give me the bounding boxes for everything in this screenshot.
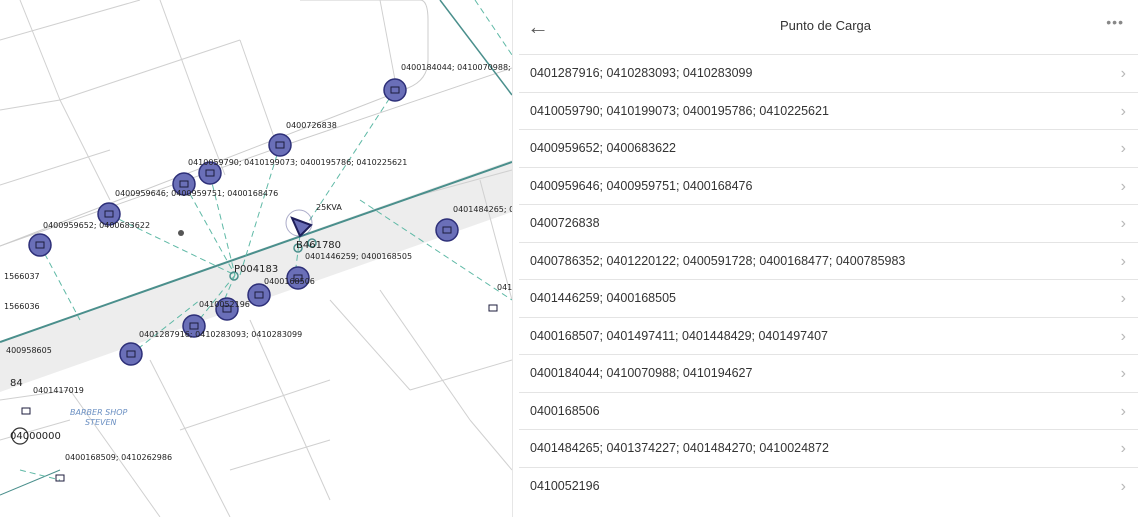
list-item[interactable]: 0400184044; 0410070988; 0410194627 › (519, 354, 1138, 392)
map-label: P004183 (234, 264, 278, 275)
result-list: 0401287916; 0410283093; 0410283099 › 0410… (519, 54, 1138, 504)
transformer-icon[interactable] (285, 209, 313, 238)
chevron-right-icon: › (1120, 65, 1126, 82)
list-item-label: 0400726838 (530, 216, 600, 230)
list-item-label: 0410059790; 0410199073; 0400195786; 0410… (530, 103, 829, 118)
chevron-right-icon: › (1120, 177, 1126, 195)
chevron-right-icon: › (1120, 252, 1126, 270)
chevron-right-icon: › (1120, 102, 1126, 120)
panel-title: Punto de Carga (779, 18, 872, 33)
map-label: 1566037 (4, 272, 40, 281)
chevron-right-icon: › (1120, 440, 1126, 457)
service-point-marker (268, 133, 292, 157)
map-label: 25KVA (316, 203, 342, 212)
map-label: 0400168509; 0410262986 (65, 453, 172, 462)
chevron-right-icon: › (1120, 215, 1126, 232)
poi-label: STEVEN (85, 418, 117, 427)
list-item-label: 0400168507; 0401497411; 0401448429; 0401… (530, 328, 828, 343)
service-point-marker (435, 218, 459, 242)
list-item[interactable]: 0410059790; 0410199073; 0400195786; 0410… (519, 91, 1138, 130)
list-item[interactable]: 0401446259; 0400168505 › (519, 279, 1138, 317)
list-item-label: 0400959646; 0400959751; 0400168476 (530, 178, 753, 193)
map-label: 0400959652; 0400683622 (43, 221, 150, 230)
poi-label: BARBER SHOP (70, 408, 128, 417)
map-label: 1566036 (4, 302, 40, 311)
list-item-label: 0400786352; 0401220122; 0400591728; 0400… (530, 253, 906, 268)
list-item[interactable]: 0410052196 › (519, 466, 1138, 505)
list-item-label: 0401446259; 0400168505 (530, 291, 676, 305)
service-line (0, 469, 61, 496)
punto-de-carga-panel: ← Punto de Carga ••• 0401287916; 0410283… (512, 0, 1138, 517)
list-item-label: 0401484265; 0401374227; 0401484270; 0410… (530, 441, 829, 455)
list-item[interactable]: 0401287916; 0410283093; 0410283099 › (519, 54, 1138, 92)
chevron-right-icon: › (1120, 477, 1126, 495)
map-label: 0400726838 (286, 121, 337, 130)
list-item-label: 0401287916; 0410283093; 0410283099 (530, 66, 753, 80)
list-item[interactable]: 0400786352; 0401220122; 0400591728; 0400… (519, 241, 1138, 280)
point-dot (178, 230, 184, 236)
service-point-marker (247, 283, 271, 307)
map-label: 041 (497, 283, 512, 292)
panel-header: ← Punto de Carga ••• (513, 0, 1138, 54)
map-label: 84 (10, 378, 23, 389)
chevron-right-icon: › (1120, 402, 1126, 420)
list-item-label: 0410052196 (530, 478, 600, 493)
chevron-right-icon: › (1120, 140, 1126, 157)
service-point-marker (119, 342, 143, 366)
map-label: 0410052196 (199, 300, 250, 309)
map-view[interactable]: 0400184044; 0410070988; 0400726838 04100… (0, 0, 512, 517)
list-item[interactable]: 0400959652; 0400683622 › (519, 129, 1138, 167)
list-item-label: 0400168506 (530, 403, 600, 418)
chevron-right-icon: › (1120, 327, 1126, 345)
service-point-marker (28, 233, 52, 257)
map-label: B461780 (296, 240, 341, 251)
map-label: 0400184044; 0410070988; (401, 63, 511, 72)
map-canvas[interactable]: 0400184044; 0410070988; 0400726838 04100… (0, 0, 512, 517)
map-label: 400958605 (6, 346, 52, 355)
list-item[interactable]: 0400168506 › (519, 391, 1138, 430)
list-item-label: 0400184044; 0410070988; 0410194627 (530, 366, 753, 380)
list-item[interactable]: 0400959646; 0400959751; 0400168476 › (519, 166, 1138, 205)
map-label: 04000000 (10, 431, 61, 442)
map-label: 0401446259; 0400168505 (305, 252, 412, 261)
map-label: 0400168506 (264, 277, 315, 286)
map-label: 0401484265; 0 (453, 205, 512, 214)
service-point-marker (383, 78, 407, 102)
list-item-label: 0400959652; 0400683622 (530, 141, 676, 155)
list-item[interactable]: 0400726838 › (519, 204, 1138, 242)
map-label: 0401417019 (33, 386, 84, 395)
map-label: 0410059790; 0410199073; 0400195786; 0410… (188, 158, 407, 167)
list-item[interactable]: 0400168507; 0401497411; 0401448429; 0401… (519, 316, 1138, 355)
more-horizontal-icon[interactable]: ••• (1106, 14, 1124, 30)
list-item[interactable]: 0401484265; 0401374227; 0401484270; 0410… (519, 429, 1138, 467)
chevron-right-icon: › (1120, 365, 1126, 382)
road-edge (0, 0, 429, 247)
chevron-right-icon: › (1120, 290, 1126, 307)
map-label: 0401287916; 0410283093; 0410283099 (139, 330, 302, 339)
map-label: 0400959646; 0400959751; 0400168476 (115, 189, 278, 198)
